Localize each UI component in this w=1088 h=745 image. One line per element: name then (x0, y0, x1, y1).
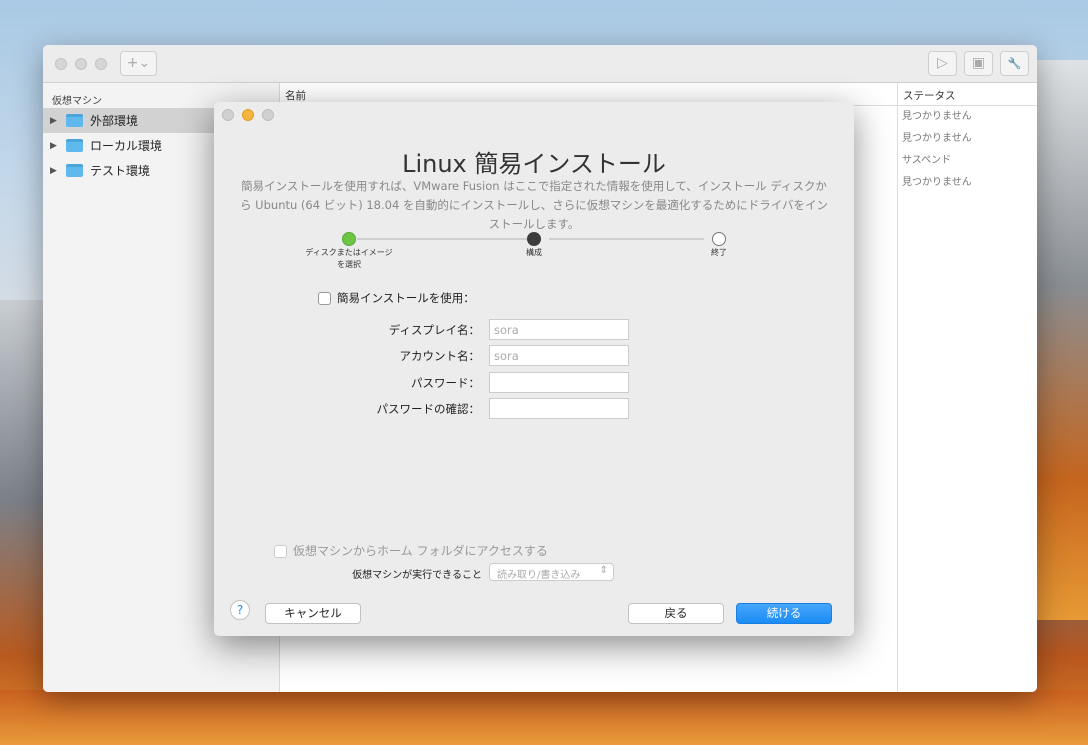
select-chevron-icon: ⇕ (599, 565, 608, 576)
dialog-close-button[interactable] (222, 109, 234, 121)
home-folder-checkbox[interactable]: 仮想マシンからホーム フォルダにアクセスする (274, 542, 548, 559)
disclosure-triangle-icon[interactable]: ▶ (50, 116, 66, 126)
step-current-indicator (527, 232, 541, 246)
wallpaper-ground (0, 690, 1088, 745)
status-cell: 見つかりません (902, 111, 972, 122)
step-connector (357, 238, 527, 240)
folder-icon (66, 139, 83, 152)
account-name-field[interactable]: sora (489, 345, 629, 366)
dialog-title: Linux 簡易インストール (402, 150, 666, 178)
password-label: パスワード： (411, 376, 480, 390)
easy-install-dialog: Linux 簡易インストール 簡易インストールを使用すれば、VMware Fus… (214, 102, 854, 636)
sidebar-item-label: ローカル環境 (90, 139, 163, 153)
status-column: ステータス 見つかりません 見つかりません サスペンド 見つかりません (897, 83, 1037, 692)
password-confirm-label: パスワードの確認： (376, 402, 481, 416)
access-select[interactable]: 読み取り/書き込み ⇕ (489, 563, 614, 581)
step-label: 構成 (526, 248, 542, 257)
easy-install-checkbox[interactable]: 簡易インストールを使用： (318, 290, 475, 306)
password-confirm-field[interactable] (489, 398, 629, 419)
checkbox-icon[interactable] (318, 292, 331, 305)
dialog-description: 簡易インストールを使用すれば、VMware Fusion はここで指定された情報… (240, 179, 828, 231)
help-button[interactable]: ? (230, 600, 250, 620)
wallpaper-mountain-left (0, 300, 45, 745)
sidebar-item-label: テスト環境 (90, 164, 151, 178)
display-name-field[interactable]: sora (489, 319, 629, 340)
folder-icon (66, 164, 83, 177)
access-label: 仮想マシンが実行できること (352, 570, 482, 581)
password-field[interactable] (489, 372, 629, 393)
checkbox-icon[interactable] (274, 545, 287, 558)
disclosure-triangle-icon[interactable]: ▶ (50, 166, 66, 176)
cancel-button[interactable]: キャンセル (265, 603, 361, 624)
add-button[interactable]: +⌄ (120, 51, 157, 76)
status-cell: 見つかりません (902, 177, 972, 188)
step-done-indicator (342, 232, 356, 246)
status-cell: 見つかりません (902, 133, 972, 144)
column-header-status[interactable]: ステータス (898, 83, 1037, 106)
easy-install-label: 簡易インストールを使用： (337, 291, 475, 305)
step-pending-indicator (712, 232, 726, 246)
dialog-zoom-button[interactable] (262, 109, 274, 121)
account-name-label: アカウント名： (399, 349, 481, 363)
dialog-minimize-button[interactable] (242, 109, 254, 121)
status-cell: サスペンド (902, 155, 952, 166)
settings-wrench-icon[interactable]: 🔧 (1000, 51, 1029, 76)
sidebar-item-label: 外部環境 (90, 114, 139, 128)
step-connector (549, 238, 704, 240)
display-name-label: ディスプレイ名： (388, 323, 480, 337)
zoom-button[interactable] (95, 58, 107, 70)
play-icon[interactable]: ▷ (928, 51, 957, 76)
access-value: 読み取り/書き込み (497, 570, 581, 581)
close-button[interactable] (55, 58, 67, 70)
minimize-button[interactable] (75, 58, 87, 70)
folder-icon (66, 114, 83, 127)
disclosure-triangle-icon[interactable]: ▶ (50, 141, 66, 151)
snapshot-icon[interactable]: ▣ (964, 51, 993, 76)
back-button[interactable]: 戻る (628, 603, 724, 624)
step-label: 終了 (711, 248, 727, 257)
step-label: ディスクまたはイメージを選択 (305, 248, 393, 269)
continue-button[interactable]: 続ける (736, 603, 832, 624)
wallpaper-mountain-right (1028, 60, 1088, 620)
home-folder-label: 仮想マシンからホーム フォルダにアクセスする (293, 544, 548, 558)
toolbar: +⌄ ▷ ▣ 🔧 (43, 45, 1037, 83)
